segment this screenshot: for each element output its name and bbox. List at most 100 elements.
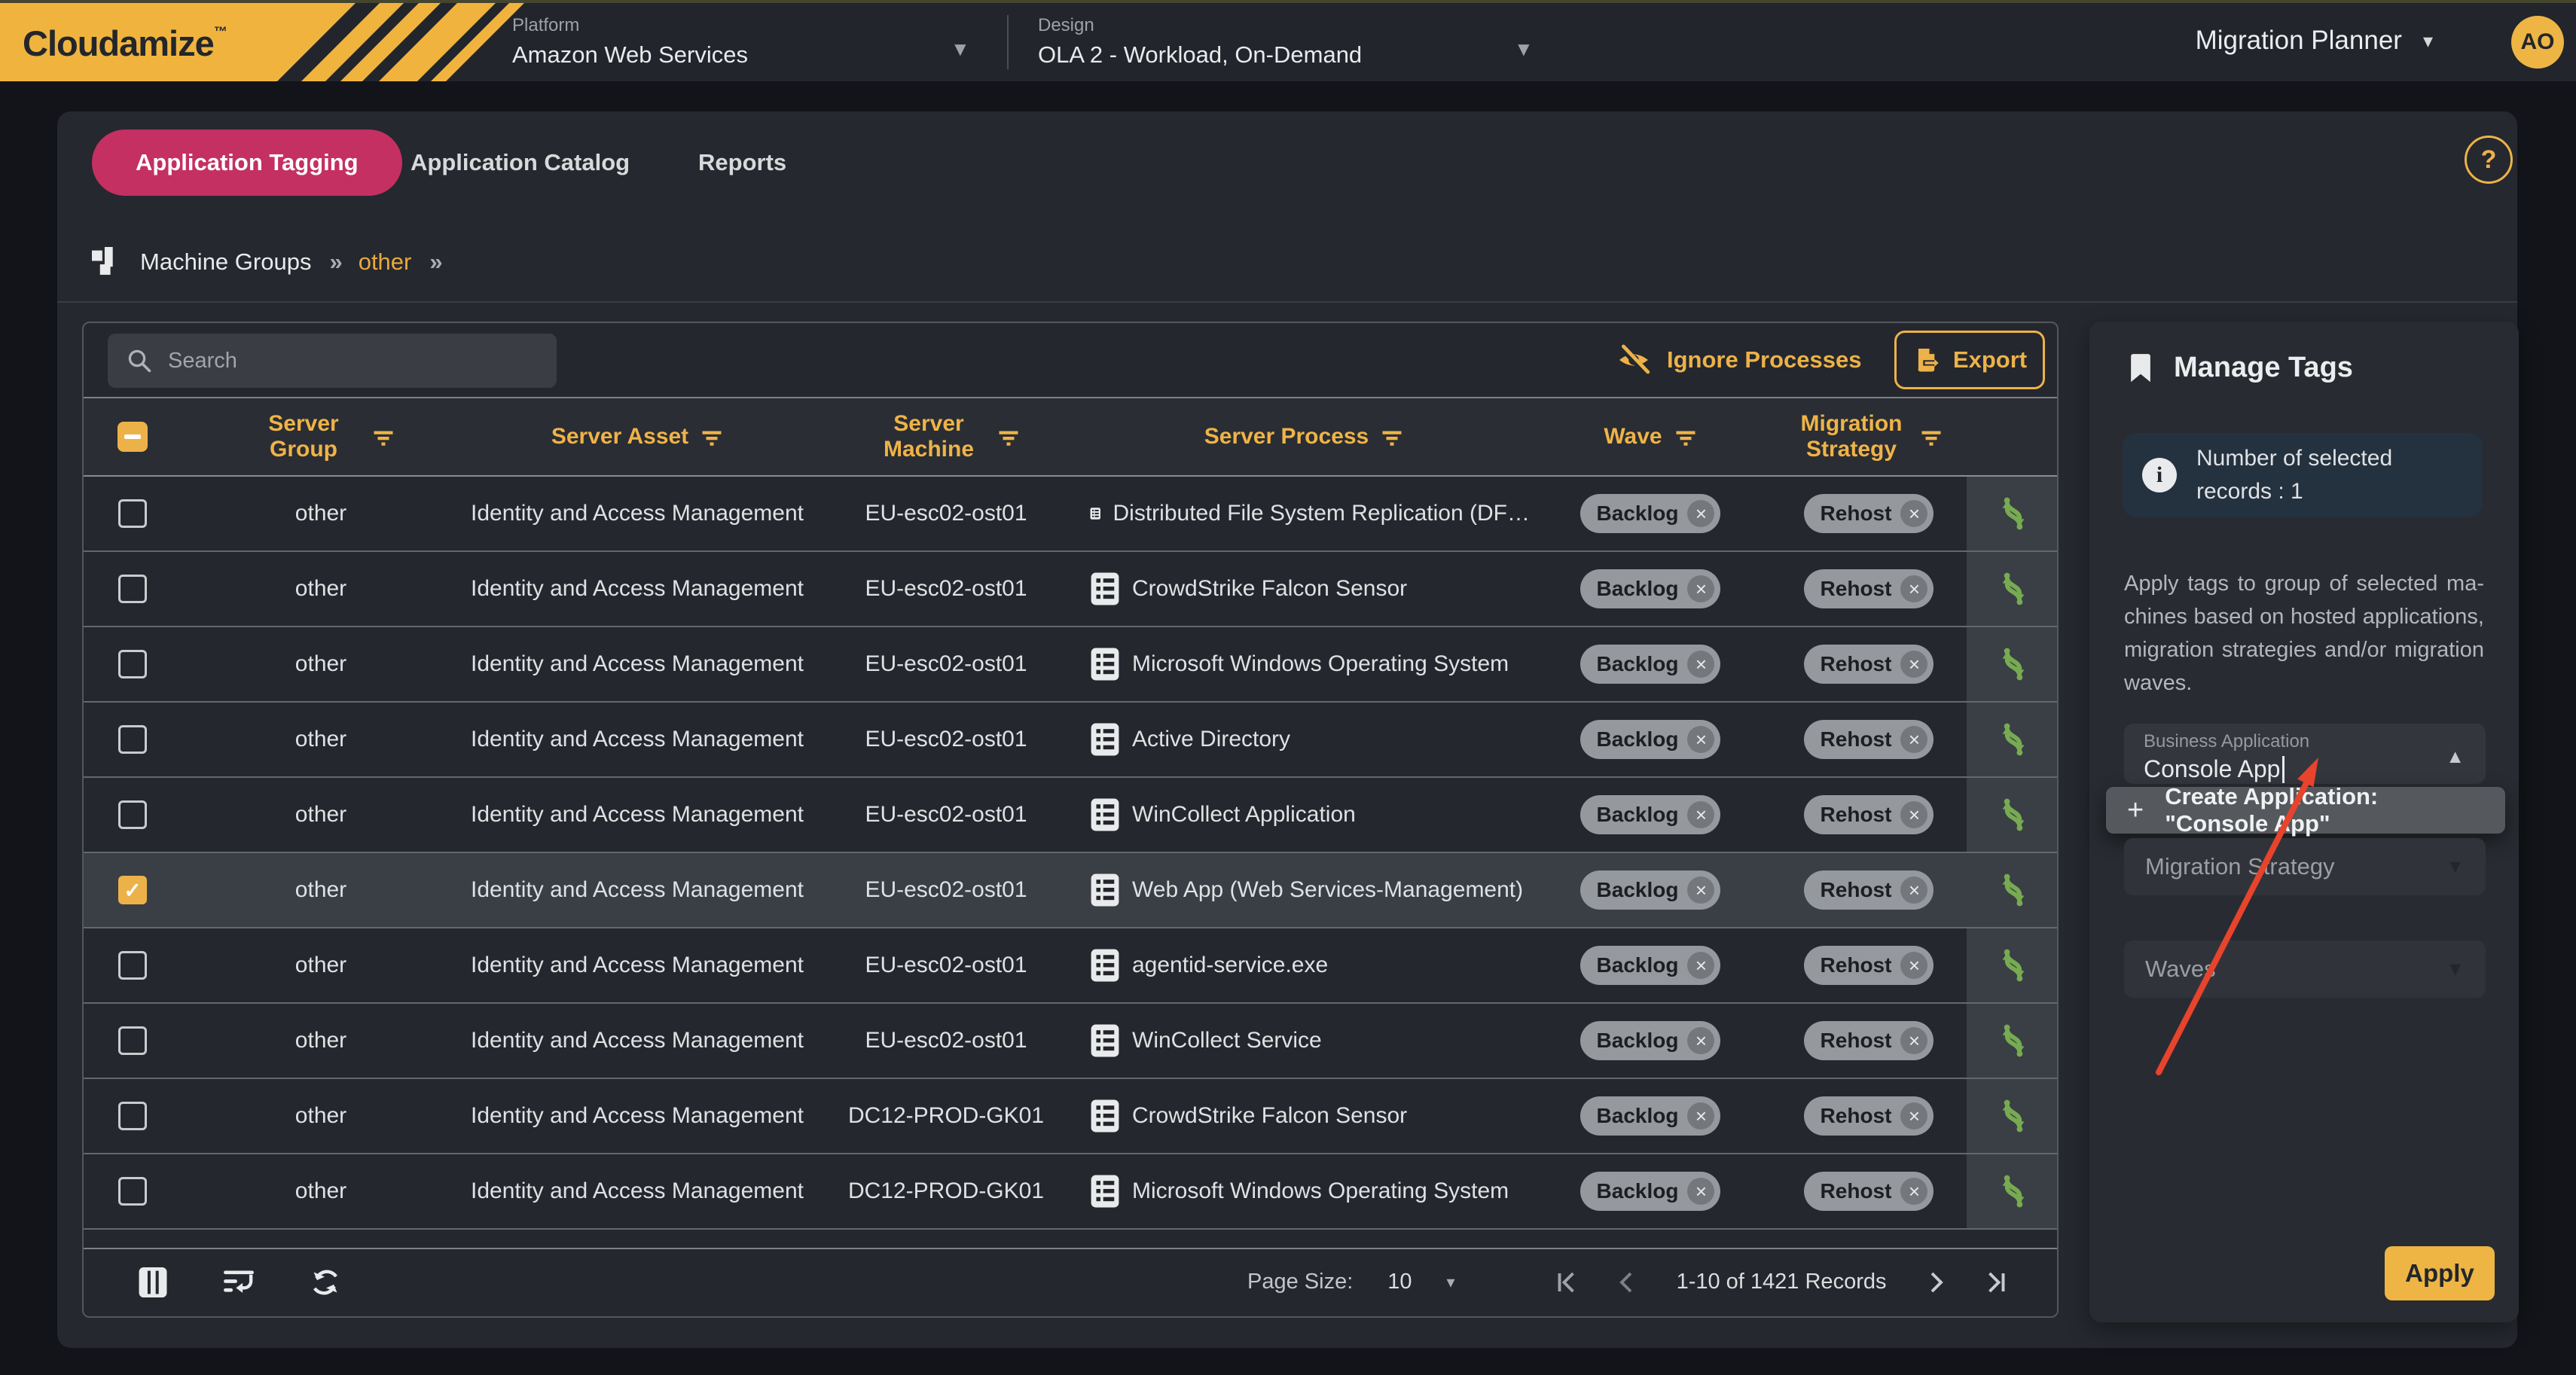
remove-tag-icon[interactable]: ×: [1900, 952, 1927, 979]
table-row[interactable]: other Identity and Access Management EU-…: [84, 1004, 2057, 1079]
remove-tag-icon[interactable]: ×: [1900, 575, 1927, 602]
table-row[interactable]: other Identity and Access Management EU-…: [84, 703, 2057, 778]
remove-tag-icon[interactable]: ×: [1687, 1102, 1714, 1130]
wrap-text-icon[interactable]: [222, 1267, 255, 1297]
table-row[interactable]: other Identity and Access Management DC1…: [84, 1154, 2057, 1230]
filter-icon[interactable]: [997, 425, 1020, 448]
strategy-tag[interactable]: Rehost ×: [1804, 1096, 1934, 1136]
process-connections-icon[interactable]: [1998, 1173, 2029, 1209]
row-checkbox[interactable]: [118, 951, 147, 980]
remove-tag-icon[interactable]: ×: [1687, 500, 1714, 527]
waves-select[interactable]: Waves ▼: [2124, 941, 2486, 998]
tab-reports[interactable]: Reports: [698, 130, 786, 196]
first-page-icon[interactable]: [1555, 1269, 1580, 1296]
platform-select[interactable]: Platform Amazon Web Services: [512, 15, 748, 69]
table-row[interactable]: other Identity and Access Management EU-…: [84, 778, 2057, 853]
ignore-processes-button[interactable]: Ignore Processes: [1616, 323, 1861, 397]
wave-tag[interactable]: Backlog ×: [1580, 946, 1721, 985]
strategy-tag[interactable]: Rehost ×: [1804, 946, 1934, 985]
filter-icon[interactable]: [1920, 425, 1943, 448]
tab-application-catalog[interactable]: Application Catalog: [411, 130, 630, 196]
apply-button[interactable]: Apply: [2385, 1246, 2495, 1300]
table-row[interactable]: other Identity and Access Management EU-…: [84, 627, 2057, 703]
remove-tag-icon[interactable]: ×: [1900, 877, 1927, 904]
table-row[interactable]: other Identity and Access Management EU-…: [84, 853, 2057, 928]
page-size-value[interactable]: 10: [1387, 1270, 1412, 1294]
process-connections-icon[interactable]: [1998, 872, 2029, 908]
export-button[interactable]: Export: [1894, 331, 2045, 389]
process-connections-icon[interactable]: [1998, 571, 2029, 607]
help-button[interactable]: ?: [2465, 136, 2513, 184]
table-row[interactable]: other Identity and Access Management EU-…: [84, 552, 2057, 627]
table-row[interactable]: other Identity and Access Management EU-…: [84, 477, 2057, 552]
migration-strategy-select[interactable]: Migration Strategy ▼: [2124, 838, 2486, 895]
wave-tag[interactable]: Backlog ×: [1580, 1021, 1721, 1060]
row-checkbox[interactable]: [118, 800, 147, 829]
select-all-checkbox[interactable]: [118, 422, 148, 452]
remove-tag-icon[interactable]: ×: [1900, 726, 1927, 753]
remove-tag-icon[interactable]: ×: [1900, 1178, 1927, 1205]
process-connections-icon[interactable]: [1998, 721, 2029, 758]
wave-tag[interactable]: Backlog ×: [1580, 645, 1721, 684]
strategy-tag[interactable]: Rehost ×: [1804, 494, 1934, 533]
tab-application-tagging[interactable]: Application Tagging: [92, 130, 402, 196]
table-row[interactable]: other Identity and Access Management EU-…: [84, 928, 2057, 1004]
remove-tag-icon[interactable]: ×: [1687, 1178, 1714, 1205]
row-checkbox[interactable]: [118, 575, 147, 603]
refresh-icon[interactable]: [310, 1266, 341, 1299]
row-checkbox[interactable]: [118, 1026, 147, 1055]
wave-tag[interactable]: Backlog ×: [1580, 720, 1721, 759]
search-input[interactable]: Search: [108, 334, 557, 388]
row-checkbox[interactable]: [118, 1102, 147, 1130]
remove-tag-icon[interactable]: ×: [1687, 726, 1714, 753]
strategy-tag[interactable]: Rehost ×: [1804, 1172, 1934, 1211]
remove-tag-icon[interactable]: ×: [1687, 651, 1714, 678]
chevron-up-icon[interactable]: ▲: [2446, 746, 2465, 768]
remove-tag-icon[interactable]: ×: [1687, 877, 1714, 904]
strategy-tag[interactable]: Rehost ×: [1804, 720, 1934, 759]
chevron-down-icon[interactable]: ▼: [1514, 38, 1534, 61]
remove-tag-icon[interactable]: ×: [1687, 575, 1714, 602]
column-header-server-process[interactable]: Server Process: [1078, 424, 1530, 450]
row-checkbox[interactable]: [118, 876, 147, 904]
wave-tag[interactable]: Backlog ×: [1580, 569, 1721, 608]
brand-logo[interactable]: Cloudamize™: [23, 23, 227, 64]
remove-tag-icon[interactable]: ×: [1900, 651, 1927, 678]
create-application-option[interactable]: + Create Application: "Console App": [2106, 787, 2505, 834]
process-connections-icon[interactable]: [1998, 1023, 2029, 1059]
wave-tag[interactable]: Backlog ×: [1580, 494, 1721, 533]
row-checkbox[interactable]: [118, 499, 147, 528]
breadcrumb-other[interactable]: other: [359, 248, 412, 276]
row-checkbox[interactable]: [118, 1177, 147, 1206]
avatar[interactable]: AO: [2511, 16, 2564, 69]
column-header-migration-strategy[interactable]: Migration Strategy: [1771, 411, 1967, 462]
last-page-icon[interactable]: [1982, 1269, 2008, 1296]
remove-tag-icon[interactable]: ×: [1687, 801, 1714, 828]
remove-tag-icon[interactable]: ×: [1900, 1027, 1927, 1054]
wave-tag[interactable]: Backlog ×: [1580, 870, 1721, 910]
process-connections-icon[interactable]: [1998, 1098, 2029, 1134]
wave-tag[interactable]: Backlog ×: [1580, 1172, 1721, 1211]
wave-tag[interactable]: Backlog ×: [1580, 795, 1721, 834]
column-header-server-machine[interactable]: Server Machine: [814, 411, 1078, 462]
app-menu[interactable]: Migration Planner ▾: [2196, 26, 2433, 56]
chevron-down-icon[interactable]: ▾: [1447, 1273, 1455, 1292]
filter-icon[interactable]: [1674, 425, 1697, 448]
previous-page-icon[interactable]: [1615, 1269, 1637, 1296]
design-select[interactable]: Design OLA 2 - Workload, On-Demand: [1038, 15, 1362, 69]
process-connections-icon[interactable]: [1998, 947, 2029, 983]
columns-icon[interactable]: [138, 1266, 168, 1299]
column-header-server-group[interactable]: Server Group: [182, 411, 460, 462]
row-checkbox[interactable]: [118, 650, 147, 678]
column-header-wave[interactable]: Wave: [1530, 424, 1771, 450]
strategy-tag[interactable]: Rehost ×: [1804, 1021, 1934, 1060]
strategy-tag[interactable]: Rehost ×: [1804, 795, 1934, 834]
remove-tag-icon[interactable]: ×: [1687, 952, 1714, 979]
process-connections-icon[interactable]: [1998, 646, 2029, 682]
strategy-tag[interactable]: Rehost ×: [1804, 645, 1934, 684]
remove-tag-icon[interactable]: ×: [1900, 500, 1927, 527]
filter-icon[interactable]: [700, 425, 723, 448]
remove-tag-icon[interactable]: ×: [1687, 1027, 1714, 1054]
next-page-icon[interactable]: [1925, 1269, 1948, 1296]
filter-icon[interactable]: [1381, 425, 1403, 448]
